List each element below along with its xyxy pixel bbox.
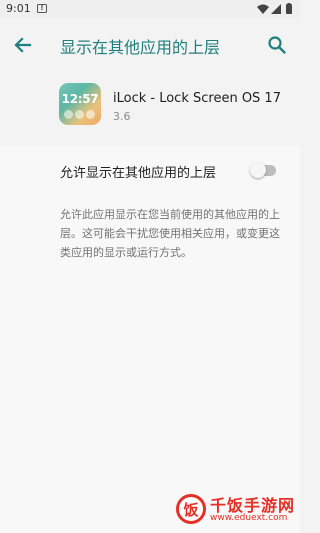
permission-description: 允许此应用显示在您当前使用的其他应用的上层。这可能会干扰您使用相关应用，或变更这… (60, 208, 280, 259)
battery-icon (286, 4, 292, 14)
android-notification-icon: ! (37, 4, 47, 13)
wifi-icon (257, 4, 269, 14)
search-icon (268, 36, 286, 54)
watermark-logo: 饭 (176, 494, 206, 524)
status-bar: 9:01 ! (0, 0, 300, 18)
watermark-url: www.eduext.com (210, 513, 288, 523)
site-watermark: 饭 千饭手游网 www.eduext.com (176, 492, 296, 528)
settings-content: 允许显示在其他应用的上层 允许此应用显示在您当前使用的其他应用的上层。这可能会干… (0, 146, 300, 533)
back-button[interactable] (12, 34, 34, 56)
signal-icon (271, 4, 281, 14)
app-version: 3.6 (113, 110, 131, 123)
app-icon-clock: 12:57 (61, 92, 99, 106)
status-time: 9:01 (6, 2, 31, 15)
overlay-permission-row[interactable]: 允许显示在其他应用的上层 (0, 146, 300, 194)
status-icons (255, 3, 295, 15)
app-name: iLock - Lock Screen OS 17 (113, 91, 281, 106)
app-icon: 12:57 (59, 83, 101, 125)
arrow-back-icon (14, 37, 32, 53)
search-button[interactable] (266, 34, 288, 56)
app-bar: 显示在其他应用的上层 (0, 18, 300, 74)
page-title: 显示在其他应用的上层 (60, 38, 221, 57)
overlay-permission-switch[interactable] (250, 162, 278, 178)
app-header: 12:57 iLock - Lock Screen OS 17 3.6 (0, 74, 300, 146)
overlay-permission-label: 允许显示在其他应用的上层 (60, 166, 217, 181)
